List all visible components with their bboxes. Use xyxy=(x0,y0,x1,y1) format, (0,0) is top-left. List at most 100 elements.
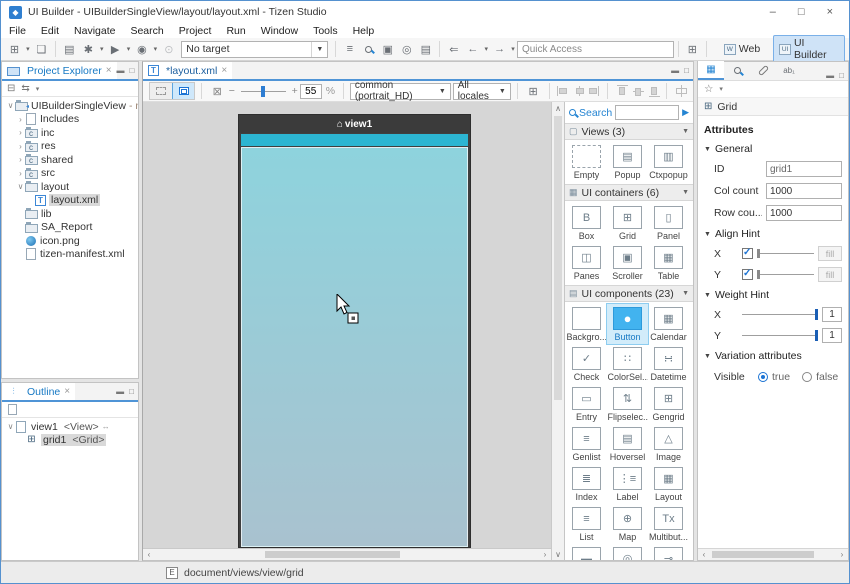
new-project-icon[interactable]: ⊞ xyxy=(6,40,23,58)
close-tab-icon[interactable]: × xyxy=(221,65,227,76)
expander-closed-icon[interactable]: › xyxy=(16,155,25,164)
tab-outline[interactable]: ⫶ Outline × xyxy=(2,383,75,400)
target-select[interactable]: No target ▼ xyxy=(181,41,328,58)
back-dropdown-icon[interactable]: ▾ xyxy=(482,45,490,53)
minimize-view-icon[interactable]: ▬ xyxy=(671,66,679,75)
section-align-hint[interactable]: ▼ Align Hint xyxy=(704,228,842,240)
tree-item-layout[interactable]: ∨layout xyxy=(2,180,138,194)
palette-item-empty[interactable]: Empty xyxy=(566,142,607,182)
view-menu-icon[interactable]: ▾ xyxy=(36,85,40,93)
tree-item-grid1[interactable]: grid1<Grid> xyxy=(2,434,138,448)
search-file-icon[interactable]: ▤ xyxy=(417,40,434,58)
console-icon[interactable]: ≡ xyxy=(341,40,358,58)
debug-icon[interactable]: ✱ xyxy=(80,40,97,58)
last-edit-icon[interactable]: ⇐ xyxy=(445,40,462,58)
collapse-section-icon[interactable]: ▼ xyxy=(682,290,689,297)
new-project-dropdown-icon[interactable]: ▾ xyxy=(24,45,32,53)
save-icon[interactable]: ▤ xyxy=(61,40,78,58)
tab-layout-xml[interactable]: *layout.xml × xyxy=(143,62,232,79)
cheatsheet-icon[interactable]: ◎ xyxy=(398,40,415,58)
horizontal-scrollbar[interactable]: ‹ › xyxy=(143,548,551,560)
expander-closed-icon[interactable]: › xyxy=(16,115,25,124)
expander-open-icon[interactable]: ∨ xyxy=(16,182,25,191)
quick-access-input[interactable] xyxy=(517,41,674,58)
align-x-slider[interactable] xyxy=(757,253,814,254)
palette-item-panel[interactable]: ▯Panel xyxy=(648,203,689,243)
tab-resources[interactable] xyxy=(750,61,776,80)
tab-project-explorer[interactable]: Project Explorer × xyxy=(2,62,117,79)
attributes-horizontal-scrollbar[interactable]: ‹ › xyxy=(698,548,848,560)
palette-item-datetime[interactable]: ∺Datetime xyxy=(648,344,689,384)
minimize-view-icon[interactable]: ▬ xyxy=(826,71,834,80)
link-editor-icon[interactable]: ⇆ xyxy=(21,83,29,94)
menu-item-window[interactable]: Window xyxy=(261,25,298,37)
visible-false-radio[interactable] xyxy=(802,372,812,382)
section-variation[interactable]: ▼ Variation attributes xyxy=(704,350,842,362)
palette-item-hoversel[interactable]: ▤Hoversel xyxy=(607,424,648,464)
forward-dropdown-icon[interactable]: ▾ xyxy=(509,45,517,53)
maximize-view-icon[interactable]: □ xyxy=(129,387,134,396)
tab-attributes[interactable]: ▦ xyxy=(698,61,724,80)
palette-item-backgro-[interactable]: Backgro... xyxy=(566,304,607,344)
section-general[interactable]: ▼ General xyxy=(704,143,842,155)
maximize-view-icon[interactable]: □ xyxy=(839,71,844,80)
debug-dropdown-icon[interactable]: ▾ xyxy=(98,45,106,53)
weight-y-slider[interactable] xyxy=(742,335,818,336)
scroll-left-icon[interactable]: ‹ xyxy=(698,549,710,560)
expander-open-icon[interactable]: ∨ xyxy=(6,101,15,110)
palette-item-box[interactable]: BBox xyxy=(566,203,607,243)
maximize-view-icon[interactable]: □ xyxy=(130,66,135,75)
palette-item-check[interactable]: ✓Check xyxy=(566,344,607,384)
weight-y-field[interactable] xyxy=(822,328,842,343)
focus-document-icon[interactable] xyxy=(8,404,17,415)
menu-item-run[interactable]: Run xyxy=(226,25,245,37)
palette-item-list[interactable]: ≡List xyxy=(566,504,607,544)
run-icon[interactable]: ▶ xyxy=(107,40,124,58)
zoom-value-input[interactable] xyxy=(300,84,322,99)
align-x-checkbox[interactable] xyxy=(742,248,753,259)
scroll-left-icon[interactable]: ‹ xyxy=(143,549,155,560)
align-y-checkbox[interactable] xyxy=(742,269,753,280)
window-view-icon[interactable]: ▣ xyxy=(379,40,396,58)
vertical-scrollbar[interactable]: ∧ ∨ xyxy=(551,102,564,560)
tree-item-layout-xml[interactable]: layout.xml xyxy=(2,194,138,208)
menu-item-tools[interactable]: Tools xyxy=(313,25,338,37)
scroll-right-icon[interactable]: › xyxy=(539,549,551,560)
row-count-field[interactable] xyxy=(766,205,842,221)
menu-item-edit[interactable]: Edit xyxy=(41,25,59,37)
profile-dropdown-icon[interactable]: ▾ xyxy=(151,45,159,53)
close-tab-icon[interactable]: × xyxy=(106,65,112,76)
grid-body[interactable] xyxy=(241,147,468,547)
id-field[interactable] xyxy=(766,161,842,177)
palette-item-index[interactable]: ≣Index xyxy=(566,464,607,504)
collapse-section-icon[interactable]: ▼ xyxy=(682,128,689,135)
weight-x-slider[interactable] xyxy=(742,314,818,315)
zoom-slider[interactable] xyxy=(241,91,286,92)
palette-item-image[interactable]: △Image xyxy=(648,424,689,464)
expander-closed-icon[interactable]: › xyxy=(16,142,25,151)
tree-item-includes[interactable]: ›Includes xyxy=(2,113,138,127)
palette-section-ui-components-23-[interactable]: ▤UI components (23)▼ xyxy=(565,285,693,302)
scroll-down-icon[interactable]: ∨ xyxy=(552,548,564,560)
minimize-view-icon[interactable]: ▬ xyxy=(116,387,124,396)
save-all-icon[interactable]: ❏ xyxy=(33,40,50,58)
palette-item-scroller[interactable]: ▣Scroller xyxy=(607,243,648,283)
tab-preview[interactable] xyxy=(724,61,750,80)
resolution-select[interactable]: common (portrait_HD) ▼ xyxy=(350,83,451,100)
maximize-icon[interactable]: □ xyxy=(798,6,805,18)
section-weight-hint[interactable]: ▼ Weight Hint xyxy=(704,289,842,301)
zoom-in-icon[interactable]: + xyxy=(292,85,298,97)
run-dropdown-icon[interactable]: ▾ xyxy=(125,45,133,53)
palette-item-slider[interactable]: ⊸Slider xyxy=(648,544,689,560)
tree-item-inc[interactable]: ›inc xyxy=(2,126,138,140)
open-perspective-icon[interactable]: ⊞ xyxy=(684,40,701,58)
tree-item-view1[interactable]: ∨view1<View>↔ xyxy=(2,420,138,434)
tree-item-lib[interactable]: lib xyxy=(2,207,138,221)
palette-item-grid[interactable]: ⊞Grid xyxy=(607,203,648,243)
palette-item-panes[interactable]: ◫Panes xyxy=(566,243,607,283)
design-view-button[interactable] xyxy=(172,83,194,99)
palette-item-progress-[interactable]: ▬Progress... xyxy=(566,544,607,560)
palette-item-table[interactable]: ▦Table xyxy=(648,243,689,283)
view-preview[interactable]: ⌂view1 xyxy=(238,114,471,548)
menu-item-navigate[interactable]: Navigate xyxy=(74,25,115,37)
